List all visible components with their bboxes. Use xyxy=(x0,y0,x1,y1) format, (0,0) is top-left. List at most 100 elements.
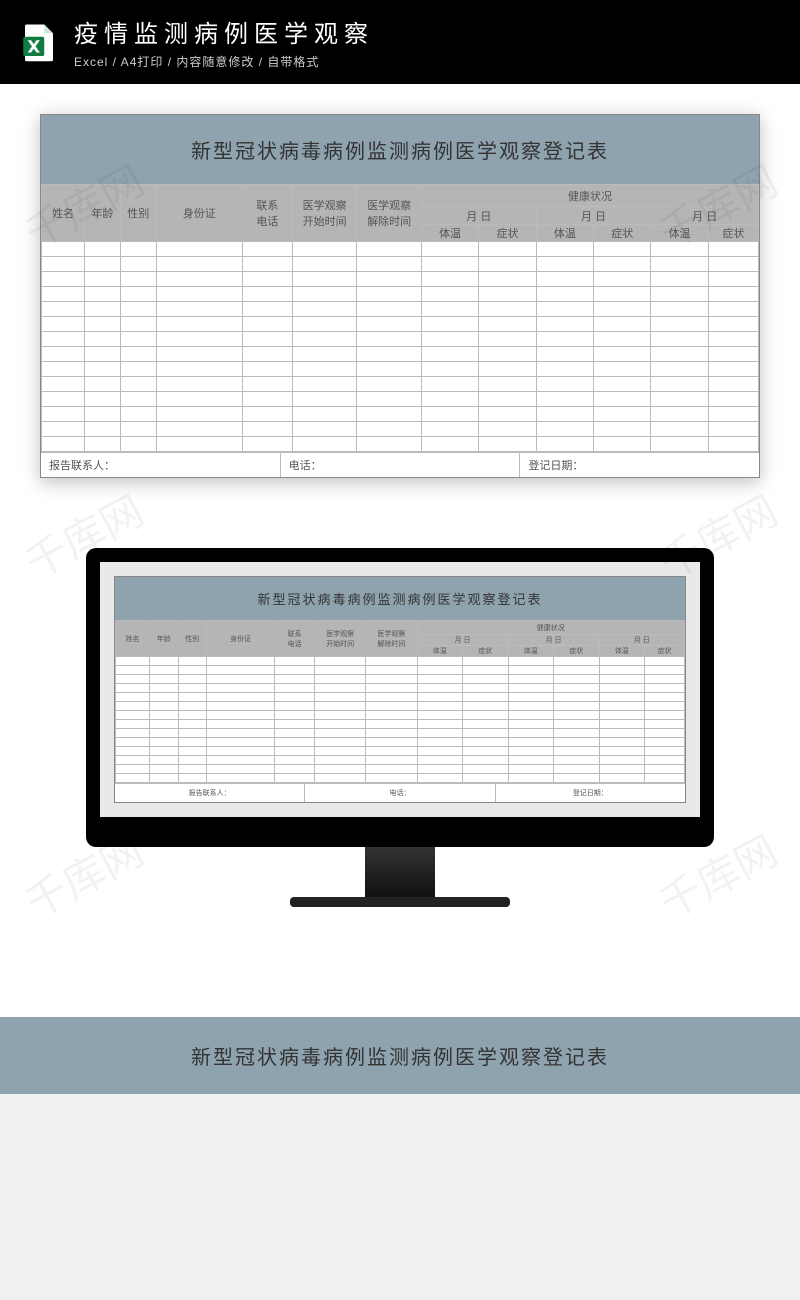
table-body-small xyxy=(116,657,685,783)
col-date-1: 月 日 xyxy=(421,207,536,225)
table-cell xyxy=(599,684,645,693)
table-cell xyxy=(116,774,150,783)
table-cell xyxy=(42,287,85,302)
table-cell xyxy=(594,392,651,407)
table-cell xyxy=(116,657,150,666)
table-cell xyxy=(207,720,275,729)
table-cell xyxy=(292,392,357,407)
table-cell xyxy=(594,287,651,302)
table-cell xyxy=(421,362,478,377)
table-cell xyxy=(242,347,292,362)
col-sym-2: 症状 xyxy=(594,225,651,242)
table-cell xyxy=(463,702,509,711)
table-cell xyxy=(207,675,275,684)
table-cell xyxy=(292,377,357,392)
table-cell xyxy=(275,738,315,747)
table-body-large xyxy=(42,242,759,452)
table-cell xyxy=(463,738,509,747)
table-cell xyxy=(417,774,463,783)
table-cell xyxy=(85,287,121,302)
table-cell xyxy=(315,747,366,756)
table-cell xyxy=(463,747,509,756)
table-cell xyxy=(463,756,509,765)
table-cell xyxy=(357,272,422,287)
table-cell xyxy=(508,675,554,684)
table-cell xyxy=(479,272,536,287)
col-s2-s: 症状 xyxy=(554,646,600,657)
table-cell xyxy=(536,272,593,287)
table-cell xyxy=(651,437,708,452)
table-cell xyxy=(120,242,156,257)
table-cell xyxy=(599,675,645,684)
table-cell xyxy=(479,377,536,392)
table-row xyxy=(42,272,759,287)
table-cell xyxy=(421,302,478,317)
table-cell xyxy=(242,437,292,452)
table-cell xyxy=(120,347,156,362)
table-cell xyxy=(150,729,178,738)
table-cell xyxy=(645,702,685,711)
table-cell xyxy=(120,287,156,302)
table-cell xyxy=(536,287,593,302)
page-title: 疫情监测病例医学观察 xyxy=(74,14,782,49)
table-cell xyxy=(357,302,422,317)
table-cell xyxy=(479,257,536,272)
table-cell xyxy=(645,738,685,747)
col-sex: 性别 xyxy=(120,185,156,242)
table-cell xyxy=(594,317,651,332)
table-cell xyxy=(599,693,645,702)
col-temp-3: 体温 xyxy=(651,225,708,242)
table-cell xyxy=(116,756,150,765)
table-cell xyxy=(120,392,156,407)
table-row xyxy=(42,377,759,392)
table-cell xyxy=(116,666,150,675)
excel-file-icon xyxy=(18,21,60,63)
table-cell xyxy=(645,720,685,729)
table-cell xyxy=(479,362,536,377)
col-sym-1: 症状 xyxy=(479,225,536,242)
table-cell xyxy=(357,392,422,407)
table-cell xyxy=(116,702,150,711)
table-cell xyxy=(599,666,645,675)
table-cell xyxy=(207,657,275,666)
table-cell xyxy=(275,765,315,774)
table-cell xyxy=(508,756,554,765)
table-cell xyxy=(463,675,509,684)
table-cell xyxy=(536,422,593,437)
table-cell xyxy=(150,711,178,720)
table-cell xyxy=(651,362,708,377)
table-cell xyxy=(85,407,121,422)
col-t3-s: 体温 xyxy=(599,646,645,657)
table-cell xyxy=(156,317,242,332)
col-start-time: 医学观察 开始时间 xyxy=(292,185,357,242)
table-cell xyxy=(42,302,85,317)
table-cell xyxy=(85,377,121,392)
table-cell xyxy=(42,317,85,332)
table-cell xyxy=(150,657,178,666)
table-row xyxy=(116,765,685,774)
table-cell xyxy=(275,747,315,756)
footer-regdate-s: 登记日期： xyxy=(496,784,685,802)
table-cell xyxy=(178,693,206,702)
table-cell xyxy=(421,317,478,332)
table-cell xyxy=(85,362,121,377)
table-cell xyxy=(275,693,315,702)
col-d3-s: 月 日 xyxy=(599,635,684,646)
footer-reporter-s: 报告联系人： xyxy=(115,784,305,802)
table-cell xyxy=(85,347,121,362)
table-cell xyxy=(554,684,600,693)
col-s1-s: 症状 xyxy=(463,646,509,657)
table-cell xyxy=(599,756,645,765)
table-cell xyxy=(42,407,85,422)
table-cell xyxy=(242,377,292,392)
table-cell xyxy=(508,765,554,774)
table-cell xyxy=(242,407,292,422)
col-phone-s: 联系 电话 xyxy=(275,621,315,657)
table-cell xyxy=(479,392,536,407)
table-cell xyxy=(594,407,651,422)
table-cell xyxy=(708,347,758,362)
table-cell xyxy=(594,422,651,437)
table-cell xyxy=(421,332,478,347)
sheet-title-small: 新型冠状病毒病例监测病例医学观察登记表 xyxy=(115,577,685,620)
table-cell xyxy=(242,422,292,437)
